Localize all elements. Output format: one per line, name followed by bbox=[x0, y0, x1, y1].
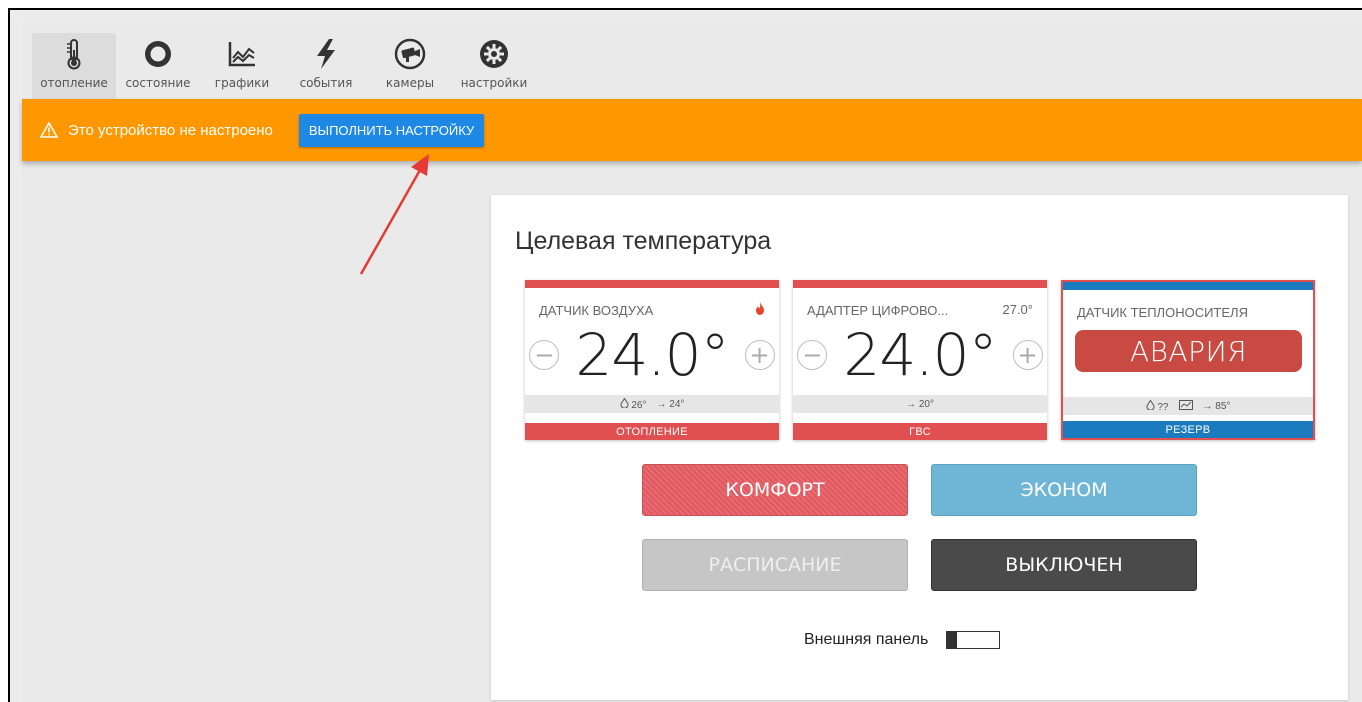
decrease-button[interactable]: − bbox=[797, 340, 828, 370]
card-name: АДАПТЕР ЦИФРОВО... bbox=[807, 303, 949, 318]
temperature-control: − 24.0° + bbox=[793, 321, 1047, 389]
thermometer-icon bbox=[57, 37, 91, 71]
tab-heating[interactable]: отопление bbox=[32, 33, 116, 99]
card-name: ДАТЧИК ТЕПЛОНОСИТЕЛЯ bbox=[1077, 305, 1248, 320]
tab-cameras[interactable]: камеры bbox=[368, 33, 452, 99]
comfort-mode-button[interactable]: КОМФОРТ bbox=[642, 464, 908, 516]
tab-label: события bbox=[299, 76, 353, 90]
card-mode-label: РЕЗЕРВ bbox=[1063, 421, 1313, 438]
external-panel-row: Внешняя панель bbox=[804, 631, 1001, 649]
tab-settings[interactable]: настройки bbox=[452, 33, 536, 99]
sensor-card-coolant[interactable]: ДАТЧИК ТЕПЛОНОСИТЕЛЯ АВАРИЯ ?? → 85° РЕЗ… bbox=[1061, 280, 1315, 440]
external-panel-toggle[interactable] bbox=[946, 631, 1001, 649]
target-temperature: 24.0° bbox=[575, 321, 729, 389]
schedule-mode-button[interactable]: РАСПИСАНИЕ bbox=[642, 539, 908, 591]
banner-message: Это устройство не настроено bbox=[68, 121, 273, 139]
card-topbar bbox=[525, 280, 779, 288]
tab-label: состояние bbox=[125, 76, 191, 90]
humidity-readout: ?? bbox=[1146, 399, 1169, 413]
increase-button[interactable]: + bbox=[744, 340, 775, 370]
tab-label: графики bbox=[214, 76, 270, 90]
tab-charts[interactable]: графики bbox=[200, 33, 284, 99]
tab-status[interactable]: состояние bbox=[116, 33, 200, 99]
setpoint-readout: → 85° bbox=[1202, 400, 1231, 412]
card-mode-label: ГВС bbox=[793, 423, 1047, 440]
run-setup-button[interactable]: ВЫПОЛНИТЬ НАСТРОЙКУ bbox=[298, 113, 485, 147]
decrease-button[interactable]: − bbox=[529, 340, 560, 370]
top-toolbar: отопление состояние графики события каме… bbox=[22, 22, 1362, 99]
drop-icon bbox=[1146, 399, 1158, 413]
tab-label: настройки bbox=[460, 76, 528, 90]
card-topbar bbox=[793, 280, 1047, 288]
sensor-card-digital-adapter[interactable]: АДАПТЕР ЦИФРОВО... 27.0° − 24.0° + → 20°… bbox=[793, 280, 1047, 440]
panel-title: Целевая температура bbox=[515, 227, 772, 255]
temperature-control: − 24.0° + bbox=[525, 321, 779, 389]
card-info-bar: ?? → 85° bbox=[1063, 397, 1313, 415]
screenshot-frame: отопление состояние графики события каме… bbox=[8, 8, 1362, 702]
target-temperature-panel: Целевая температура ДАТЧИК ВОЗДУХА − 24.… bbox=[491, 195, 1348, 700]
card-info-bar: → 20° bbox=[793, 395, 1047, 413]
card-mode-label: ОТОПЛЕНИЕ bbox=[525, 423, 779, 440]
target-temperature: 24.0° bbox=[843, 321, 997, 389]
tab-events[interactable]: события bbox=[284, 33, 368, 99]
chart-mini-icon bbox=[1178, 399, 1193, 413]
setpoint-readout: → 24° bbox=[656, 398, 685, 410]
card-info-bar: 26° → 24° bbox=[525, 395, 779, 413]
gear-icon bbox=[477, 37, 511, 71]
card-name: ДАТЧИК ВОЗДУХА bbox=[539, 303, 654, 318]
setup-warning-banner: Это устройство не настроено ВЫПОЛНИТЬ НА… bbox=[22, 99, 1362, 161]
circle-status-icon bbox=[141, 37, 175, 71]
app-window: отопление состояние графики события каме… bbox=[22, 22, 1362, 702]
flame-icon bbox=[755, 302, 765, 318]
camera-icon bbox=[393, 37, 427, 71]
card-topbar bbox=[1063, 282, 1313, 290]
off-mode-button[interactable]: ВЫКЛЮЧЕН bbox=[931, 539, 1197, 591]
tab-label: камеры bbox=[385, 76, 435, 90]
tab-label: отопление bbox=[40, 76, 108, 90]
drop-icon bbox=[620, 397, 632, 411]
humidity-readout: 26° bbox=[620, 397, 647, 411]
sensor-card-air[interactable]: ДАТЧИК ВОЗДУХА − 24.0° + 26° → 24° ОТОПЛ… bbox=[525, 280, 779, 440]
external-panel-label: Внешняя панель bbox=[804, 631, 929, 648]
toggle-knob bbox=[947, 632, 958, 648]
alarm-badge: АВАРИЯ bbox=[1075, 330, 1302, 372]
current-temperature: 27.0° bbox=[1002, 302, 1033, 317]
increase-button[interactable]: + bbox=[1012, 340, 1043, 370]
setpoint-readout: → 20° bbox=[906, 398, 934, 410]
lightning-icon bbox=[309, 37, 343, 71]
warning-icon bbox=[39, 121, 59, 138]
econom-mode-button[interactable]: ЭКОНОМ bbox=[931, 464, 1197, 516]
chart-icon bbox=[225, 37, 259, 71]
